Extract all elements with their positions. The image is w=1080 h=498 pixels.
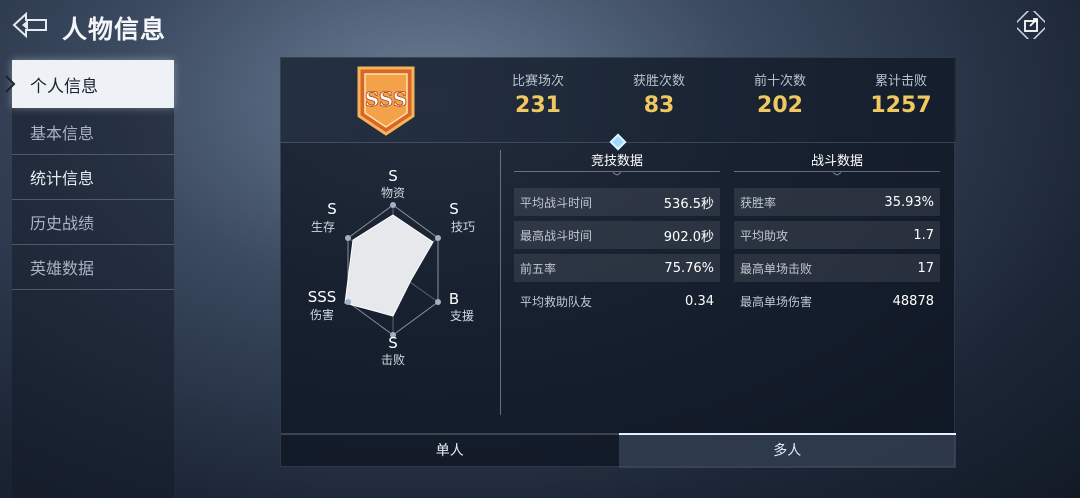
radar-vertex (390, 202, 396, 208)
stat-value: 202 (757, 93, 803, 118)
stat-label: 前十次数 (753, 74, 806, 89)
row-value: 536.5秒 (663, 196, 714, 212)
axis-label: 伤害 (309, 308, 334, 322)
share-button[interactable] (1016, 10, 1046, 40)
stats-panel: SSS 比赛场次 231 获胜次数 83 前十次数 202 累计击败 1257 (280, 57, 956, 468)
tab-solo[interactable]: 单人 (281, 435, 619, 468)
stat-label: 累计击败 (874, 74, 927, 89)
sidebar-item-hero-data[interactable]: 英雄数据 (12, 245, 174, 290)
row-value: 17 (917, 260, 934, 276)
summary-bar: SSS 比赛场次 231 获胜次数 83 前十次数 202 累计击败 1257 (281, 58, 956, 143)
row-value: 902.0秒 (663, 229, 714, 245)
divider (500, 150, 501, 415)
svg-text:SSS: SSS (365, 87, 407, 111)
radar-vertex (435, 235, 441, 241)
stat-total-kills: 累计击败 1257 (846, 70, 956, 118)
row-value: 75.76% (664, 260, 714, 276)
chevron-down-icon: ﹀ (612, 173, 622, 183)
sidebar-item-personal-info[interactable]: 个人信息 (5, 60, 174, 108)
row-key: 前五率 (520, 261, 557, 276)
stat-value: 231 (515, 93, 561, 118)
axis-grade: S (327, 200, 337, 218)
stat-value: 83 (643, 93, 675, 118)
sidebar: 个人信息 基本信息 统计信息 历史战绩 英雄数据 (5, 60, 174, 498)
back-button[interactable] (10, 8, 50, 42)
table-row: 前五率 75.76% (514, 254, 720, 282)
back-arrow-icon (12, 11, 47, 39)
sidebar-item-label: 统计信息 (30, 169, 95, 188)
table-row: 最高单场伤害 48878 (734, 287, 940, 315)
table-row: 平均战斗时间 536.5秒 (514, 188, 720, 216)
row-key: 最高单场击败 (740, 261, 813, 276)
axis-label: 击败 (380, 353, 405, 367)
row-key: 平均战斗时间 (520, 195, 593, 210)
chevron-down-icon: ﹀ (832, 173, 842, 183)
sidebar-item-label: 英雄数据 (30, 259, 95, 278)
mode-tabs: 单人 多人 (281, 433, 956, 468)
axis-label: 生存 (310, 220, 335, 234)
axis-label: 支援 (449, 309, 474, 323)
axis-grade: S (388, 334, 398, 352)
axis-label: 物资 (380, 186, 405, 200)
row-value: 48878 (892, 293, 934, 309)
table-title: 竞技数据 (514, 150, 720, 172)
radar-vertex (345, 235, 351, 241)
row-value: 1.7 (913, 227, 934, 243)
table-row: 获胜率 35.93% (734, 188, 940, 216)
competitive-data-table: 竞技数据 ﹀ 平均战斗时间 536.5秒 最高战斗时间 902.0秒 前五率 7… (514, 150, 720, 320)
stat-label: 比赛场次 (511, 74, 564, 89)
stat-label: 获胜次数 (632, 74, 685, 89)
axis-label: 技巧 (450, 220, 475, 234)
axis-grade: S (388, 167, 398, 185)
stat-value: 1257 (870, 93, 932, 118)
row-key: 平均助攻 (740, 228, 789, 243)
table-title: 战斗数据 (734, 150, 940, 172)
sidebar-item-basic-info[interactable]: 基本信息 (12, 110, 174, 155)
row-key: 最高战斗时间 (520, 228, 593, 243)
sidebar-item-statistics[interactable]: 统计信息 (12, 155, 174, 200)
sidebar-item-label: 基本信息 (30, 124, 95, 143)
stat-wins: 获胜次数 83 (604, 70, 714, 118)
radar-chart: S 物资 S 技巧 B 支援 S 击败 SSS 伤害 S 生存 (293, 167, 493, 380)
chevron-right-icon (5, 75, 16, 93)
row-key: 最高单场伤害 (740, 294, 813, 309)
share-export-icon (1017, 11, 1045, 39)
row-value: 0.34 (685, 293, 714, 309)
stat-matches: 比赛场次 231 (483, 70, 593, 118)
tab-multi[interactable]: 多人 (618, 433, 956, 468)
table-row: 最高单场击败 17 (734, 254, 940, 282)
row-key: 获胜率 (740, 195, 777, 210)
page-title: 人物信息 (62, 15, 167, 44)
axis-grade: SSS (307, 288, 337, 306)
stat-top10: 前十次数 202 (725, 70, 835, 118)
rank-badge: SSS (357, 66, 415, 136)
table-row: 平均助攻 1.7 (734, 221, 940, 249)
sidebar-item-label: 个人信息 (30, 76, 98, 97)
sidebar-item-label: 历史战绩 (30, 214, 95, 233)
table-row: 最高战斗时间 902.0秒 (514, 221, 720, 249)
sidebar-item-match-history[interactable]: 历史战绩 (12, 200, 174, 245)
combat-data-table: 战斗数据 ﹀ 获胜率 35.93% 平均助攻 1.7 最高单场击败 17 最高单… (734, 150, 940, 320)
row-value: 35.93% (884, 194, 934, 210)
table-row: 平均救助队友 0.34 (514, 287, 720, 315)
axis-grade: B (448, 290, 460, 308)
row-key: 平均救助队友 (520, 294, 593, 309)
axis-grade: S (449, 200, 459, 218)
